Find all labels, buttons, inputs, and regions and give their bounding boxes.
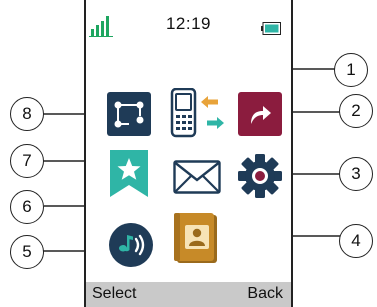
callout-6: 6: [10, 190, 44, 224]
contacts-icon[interactable]: [174, 213, 220, 265]
callout-2: 2: [339, 94, 373, 128]
status-bar: 12:19: [86, 0, 291, 42]
callout-3: 3: [339, 157, 373, 191]
shortcut-arrow-icon[interactable]: [238, 92, 282, 136]
callout-1: 1: [334, 53, 368, 87]
audio-icon[interactable]: [108, 222, 154, 268]
callout-7: 7: [10, 144, 44, 178]
phone-transfer-icon[interactable]: [170, 88, 228, 138]
callout-5: 5: [10, 235, 44, 269]
callout-8: 8: [10, 97, 44, 131]
favorites-icon[interactable]: [108, 150, 150, 198]
connections-icon[interactable]: [107, 92, 151, 136]
phone-menu-diagram: 12:19 Select Back 1 2 3 4 5 6 7 8: [0, 0, 377, 307]
callout-4: 4: [339, 224, 373, 258]
back-softkey[interactable]: Back: [247, 285, 283, 303]
settings-gear-icon[interactable]: [237, 153, 283, 199]
messages-icon[interactable]: [173, 160, 221, 194]
battery-icon: [261, 22, 281, 35]
softkey-bar: Select Back: [86, 282, 291, 307]
select-softkey[interactable]: Select: [92, 285, 136, 303]
